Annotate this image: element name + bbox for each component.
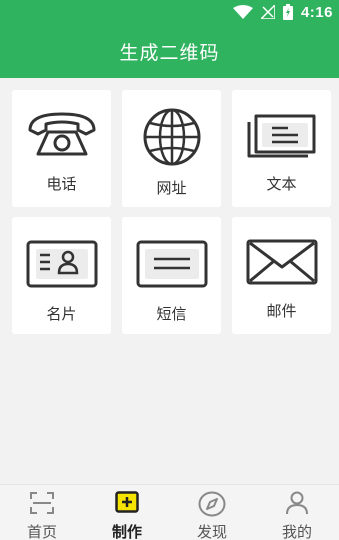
nav-label: 我的 — [281, 523, 312, 540]
nav-item-discover[interactable]: 发现 — [170, 485, 254, 540]
grid-item-label: 网址 — [156, 179, 187, 197]
grid-item-email[interactable]: 邮件 — [232, 217, 331, 334]
grid-item-url[interactable]: 网址 — [122, 90, 221, 207]
grid-item-label: 邮件 — [266, 302, 297, 320]
envelope-icon — [246, 239, 317, 285]
grid-item-text[interactable]: 文本 — [232, 90, 331, 207]
grid-item-business-card[interactable]: 名片 — [12, 217, 111, 334]
grid-item-label: 名片 — [46, 305, 77, 323]
nav-item-home[interactable]: 首页 — [0, 485, 84, 540]
sms-icon — [136, 240, 207, 288]
document-icon — [247, 114, 315, 158]
nav-item-profile[interactable]: 我的 — [255, 485, 339, 540]
grid-item-label: 短信 — [156, 305, 187, 323]
status-time: 4:16 — [300, 3, 333, 21]
business-card-icon — [26, 240, 97, 288]
wifi-icon — [232, 5, 253, 19]
status-bar: 4:16 — [232, 2, 333, 22]
nav-item-create[interactable]: 制作 — [85, 485, 169, 540]
bottom-navigation: 首页 制作 发现 我的 — [0, 484, 339, 540]
user-icon — [286, 491, 308, 515]
grid-item-sms[interactable]: 短信 — [122, 217, 221, 334]
nav-label: 首页 — [26, 523, 57, 540]
grid-item-label: 文本 — [266, 175, 297, 193]
add-icon — [115, 491, 139, 513]
nav-label: 制作 — [111, 523, 142, 540]
battery-charging-icon — [282, 4, 293, 20]
telephone-icon — [28, 112, 95, 156]
grid-item-phone[interactable]: 电话 — [12, 90, 111, 207]
app-header: 4:16 生成二维码 — [0, 0, 339, 78]
page-title: 生成二维码 — [119, 42, 220, 64]
compass-icon — [198, 491, 226, 517]
nav-label: 发现 — [196, 523, 227, 540]
grid-item-label: 电话 — [46, 175, 77, 193]
scan-icon — [30, 492, 54, 514]
no-signal-icon — [260, 5, 275, 19]
globe-icon — [143, 108, 200, 166]
